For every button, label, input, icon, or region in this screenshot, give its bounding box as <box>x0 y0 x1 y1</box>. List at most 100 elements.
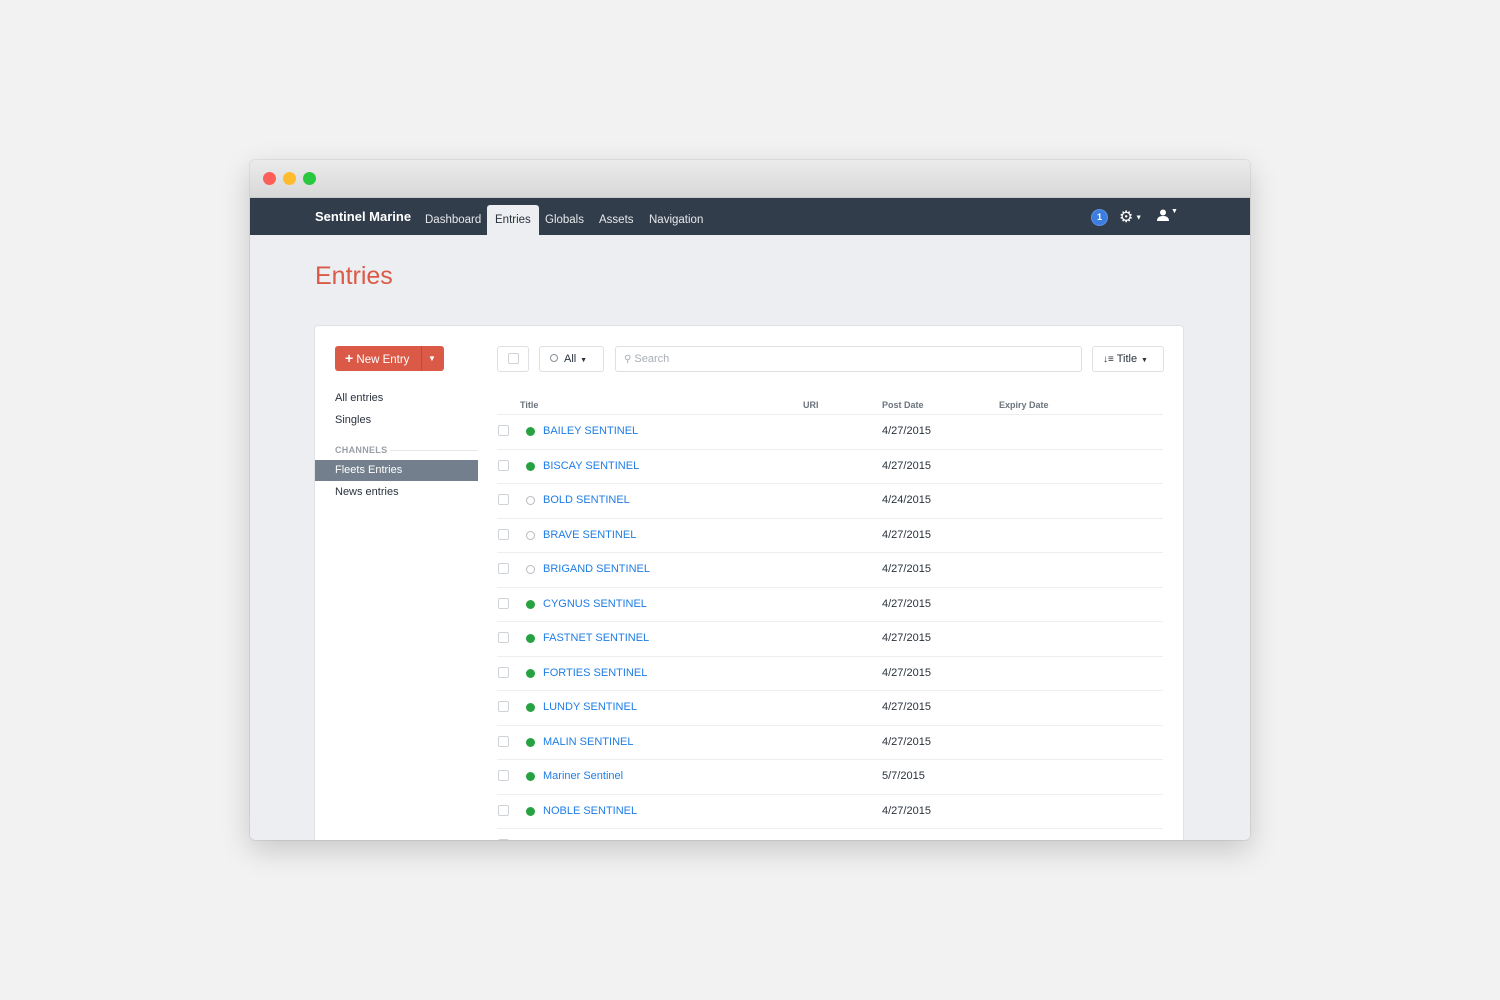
sidebar-item-all-entries[interactable]: All entries <box>335 392 383 404</box>
column-header-expiry-date[interactable]: Expiry Date <box>999 400 1049 410</box>
entry-title-link[interactable]: BRIGAND SENTINEL <box>543 552 650 586</box>
status-disabled-icon <box>526 496 535 505</box>
post-date: 4/27/2015 <box>882 804 931 817</box>
table-row: LUNDY SENTINEL 4/27/2015 <box>497 690 1163 725</box>
status-filter-label: All <box>564 353 577 365</box>
new-entry-button[interactable]: + New Entry ▼ <box>335 346 444 371</box>
status-live-icon <box>526 772 535 781</box>
plus-icon: + <box>345 350 354 366</box>
sort-dropdown[interactable]: ↓≡ Title ▼ <box>1092 346 1164 372</box>
post-date: 4/27/2015 <box>882 666 931 679</box>
nav-globals[interactable]: Globals <box>537 205 592 235</box>
row-checkbox[interactable] <box>498 632 509 643</box>
table-row: MALIN SENTINEL 4/27/2015 <box>497 725 1163 760</box>
row-checkbox[interactable] <box>498 666 509 678</box>
entry-title-link[interactable]: BOLD SENTINEL <box>543 483 630 517</box>
sort-icon: ↓≡ <box>1103 354 1114 365</box>
entry-title-link[interactable]: CYGNUS SENTINEL <box>543 587 647 621</box>
sort-label: Title <box>1116 353 1138 365</box>
nav-assets[interactable]: Assets <box>591 205 642 235</box>
gear-icon[interactable]: ⚙ ▼ <box>1119 207 1142 227</box>
user-icon[interactable]: ▼ <box>1157 208 1178 224</box>
status-live-icon <box>526 427 535 436</box>
status-live-icon <box>526 599 535 609</box>
new-entry-label: New Entry <box>356 354 410 366</box>
row-checkbox[interactable] <box>498 839 509 840</box>
zoom-window-button[interactable] <box>303 172 316 185</box>
row-checkbox[interactable] <box>498 804 509 816</box>
row-checkbox[interactable] <box>498 597 509 609</box>
column-header-post-date[interactable]: Post Date <box>882 400 924 410</box>
post-date: 5/7/2015 <box>882 770 925 782</box>
entry-title-link[interactable]: FASTNET SENTINEL <box>543 621 649 655</box>
sidebar-item-news-entries[interactable]: News entries <box>335 486 399 498</box>
row-checkbox[interactable] <box>498 528 509 540</box>
table-row: BOLD SENTINEL 4/24/2015 <box>497 483 1163 518</box>
table-row: BAILEY SENTINEL 4/27/2015 <box>497 414 1163 449</box>
new-entry-menu-caret-icon[interactable]: ▼ <box>428 346 436 371</box>
entry-title-link[interactable]: MALIN SENTINEL <box>543 725 633 759</box>
post-date: 4/24/2015 <box>882 494 931 506</box>
status-disabled-icon <box>526 530 535 540</box>
nav-dashboard[interactable]: Dashboard <box>417 205 489 235</box>
nav-navigation[interactable]: Navigation <box>641 205 711 235</box>
search-placeholder: Search <box>634 353 670 365</box>
post-date: 4/27/2015 <box>882 632 931 644</box>
status-filter-dropdown[interactable]: All ▼ <box>539 346 604 372</box>
post-date: 4/27/2015 <box>882 701 931 713</box>
entry-title-link[interactable]: Mariner Sentinel <box>543 759 623 793</box>
post-date: 4/27/2015 <box>882 735 931 748</box>
column-header-title[interactable]: Title <box>520 400 538 410</box>
close-window-button[interactable] <box>263 172 276 185</box>
nav-entries[interactable]: Entries <box>487 205 539 235</box>
search-input[interactable]: ⚲ Search <box>615 346 1082 372</box>
entry-title-link[interactable]: BAILEY SENTINEL <box>543 414 638 448</box>
sidebar-item-fleets-entries[interactable]: Fleets Entries <box>315 460 478 481</box>
row-checkbox[interactable] <box>498 735 509 747</box>
table-row: FASTNET SENTINEL 4/27/2015 <box>497 621 1163 656</box>
update-badge-icon[interactable]: 1 <box>1092 210 1107 225</box>
table-row: BRIGAND SENTINEL 4/27/2015 <box>497 552 1163 587</box>
status-live-icon <box>526 703 535 712</box>
row-checkbox[interactable] <box>498 425 509 436</box>
row-checkbox[interactable] <box>498 770 509 781</box>
site-brand[interactable]: Sentinel Marine <box>315 198 411 235</box>
column-header-uri[interactable]: URI <box>803 400 819 410</box>
status-live-icon <box>526 634 535 643</box>
entries-card: + New Entry ▼ All entries Singles CHANNE… <box>315 326 1183 840</box>
table-row: Mariner Sentinel 5/7/2015 <box>497 759 1163 794</box>
search-icon: ⚲ <box>624 354 632 365</box>
row-checkbox[interactable] <box>498 563 509 574</box>
title-bar <box>250 160 1250 198</box>
entry-title-link[interactable]: NOBLE SENTINEL <box>543 794 637 828</box>
app-window: Sentinel Marine Dashboard Entries Global… <box>250 160 1250 840</box>
table-row: CYGNUS SENTINEL 4/27/2015 <box>497 587 1163 622</box>
post-date: 4/27/2015 <box>882 597 931 610</box>
sidebar-item-singles[interactable]: Singles <box>335 414 371 426</box>
table-row: FORTIES SENTINEL 4/27/2015 <box>497 656 1163 691</box>
entry-title-link[interactable]: FORTIES SENTINEL <box>543 656 647 690</box>
top-nav: Sentinel Marine Dashboard Entries Global… <box>250 198 1250 235</box>
status-live-icon <box>526 737 535 747</box>
row-checkbox[interactable] <box>498 459 509 471</box>
status-live-icon <box>526 668 535 678</box>
table-row: BRAVE SENTINEL 4/27/2015 <box>497 518 1163 553</box>
status-live-icon <box>526 461 535 471</box>
status-live-icon <box>526 806 535 816</box>
post-date: 4/27/2015 <box>882 459 931 472</box>
post-date: 4/27/2015 <box>882 425 931 437</box>
table-row: NOBLE SENTINEL 4/27/2015 <box>497 794 1163 829</box>
table-row <box>497 828 1163 840</box>
row-checkbox[interactable] <box>498 494 509 505</box>
post-date: 4/27/2015 <box>882 563 931 575</box>
page-title: Entries <box>315 262 393 290</box>
entry-title-link[interactable]: BRAVE SENTINEL <box>543 518 636 552</box>
table-row: BISCAY SENTINEL 4/27/2015 <box>497 449 1163 484</box>
status-disabled-icon <box>526 565 535 574</box>
divider <box>390 450 478 451</box>
minimize-window-button[interactable] <box>283 172 296 185</box>
entry-title-link[interactable]: BISCAY SENTINEL <box>543 449 639 483</box>
entry-title-link[interactable]: LUNDY SENTINEL <box>543 690 637 724</box>
select-all-checkbox[interactable] <box>497 346 529 372</box>
row-checkbox[interactable] <box>498 701 509 712</box>
